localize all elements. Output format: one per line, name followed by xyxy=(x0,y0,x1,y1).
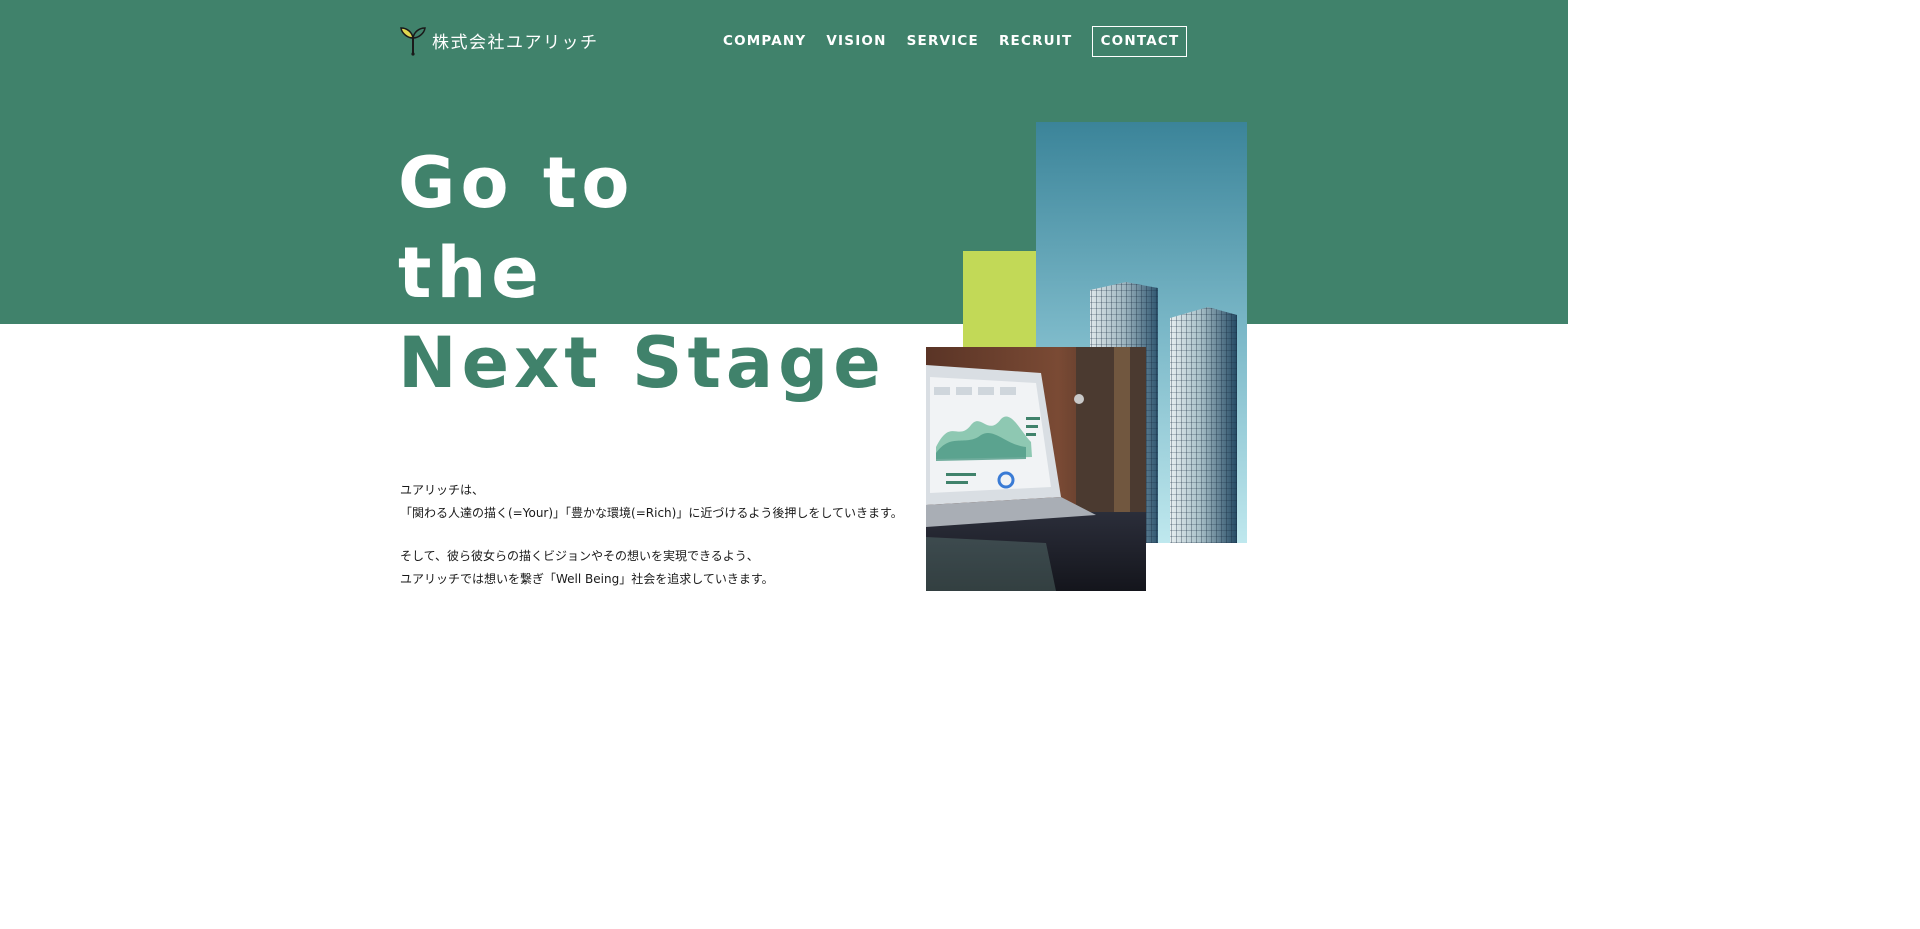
logo-text: 株式会社ユアリッチ xyxy=(432,32,599,53)
lime-accent-block xyxy=(963,251,1038,351)
hero-description: ユアリッチは、 「関わる人達の描く(=Your)」「豊かな環境(=Rich)」に… xyxy=(400,479,903,591)
contact-button[interactable]: CONTACT xyxy=(1092,25,1188,57)
description-p1-line1: ユアリッチは、 xyxy=(400,483,485,497)
nav-recruit[interactable]: RECRUIT xyxy=(989,33,1083,49)
description-p1-line2: 「関わる人達の描く(=Your)」「豊かな環境(=Rich)」に近づけるよう後押… xyxy=(400,506,903,520)
description-p2-line1: そして、彼ら彼女らの描くビジョンやその想いを実現できるよう、 xyxy=(400,549,759,563)
sprout-logo-icon xyxy=(400,27,426,56)
laptop-dashboard-image xyxy=(926,347,1146,591)
hero-heading-line-2: the xyxy=(398,232,544,314)
hero-heading-line-3: Next Stage xyxy=(398,322,886,404)
hero-heading-line-1: Go to xyxy=(398,142,635,224)
nav-company[interactable]: COMPANY xyxy=(713,33,816,49)
site-logo[interactable]: 株式会社ユアリッチ xyxy=(398,24,599,56)
description-p2-line2: ユアリッチでは想いを繋ぎ「Well Being」社会を追求していきます。 xyxy=(400,572,774,586)
page: 株式会社ユアリッチ COMPANY VISION SERVICE RECRUIT… xyxy=(0,0,1568,784)
nav-vision[interactable]: VISION xyxy=(816,33,896,49)
nav-service[interactable]: SERVICE xyxy=(897,33,989,49)
main-nav: COMPANY VISION SERVICE RECRUIT CONTACT xyxy=(713,24,1188,58)
